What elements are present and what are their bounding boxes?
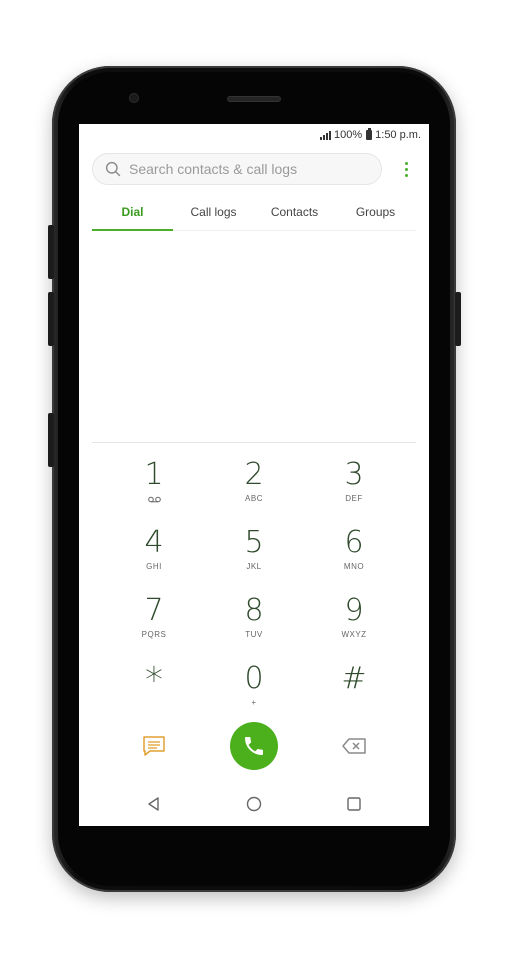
- key-digit: 9: [344, 593, 364, 628]
- tab-contacts[interactable]: Contacts: [254, 194, 335, 230]
- key-letters: GHI: [146, 562, 162, 571]
- key-digit: 6: [344, 525, 364, 560]
- key-star[interactable]: *: [104, 660, 204, 728]
- key-digit: *: [145, 660, 163, 701]
- key-digit: #: [341, 661, 367, 696]
- more-options-icon[interactable]: [396, 155, 416, 183]
- call-button-wrap: [204, 722, 304, 770]
- phone-icon: [245, 737, 263, 755]
- dial-actions: [104, 722, 404, 770]
- nav-home-button[interactable]: [204, 796, 304, 812]
- key-8[interactable]: 8 TUV: [204, 592, 304, 660]
- key-letters: ABC: [245, 494, 263, 503]
- earpiece-speaker: [227, 96, 281, 102]
- dial-keypad: 1 2 ABC 3 DEF 4 GHI 5 JKL 6 MNO 7 PQRS 8…: [104, 456, 404, 728]
- tab-dial[interactable]: Dial: [92, 194, 173, 231]
- recents-square-icon: [347, 797, 361, 811]
- key-hash[interactable]: #: [304, 660, 404, 728]
- front-camera: [129, 93, 139, 103]
- status-time: 1:50 p.m.: [375, 129, 421, 141]
- home-circle-icon: [246, 796, 262, 812]
- key-digit: 2: [244, 457, 264, 492]
- key-2[interactable]: 2 ABC: [204, 456, 304, 524]
- tab-call-logs[interactable]: Call logs: [173, 194, 254, 230]
- key-6[interactable]: 6 MNO: [304, 524, 404, 592]
- search-row: [92, 153, 416, 185]
- navigation-bar: [104, 789, 404, 819]
- key-1[interactable]: 1: [104, 456, 204, 524]
- key-digit: 3: [344, 457, 364, 492]
- key-letters: +: [251, 698, 257, 707]
- tab-bar: Dial Call logs Contacts Groups: [92, 194, 416, 231]
- message-button[interactable]: [104, 735, 204, 757]
- nav-recents-button[interactable]: [304, 796, 404, 812]
- key-digit: 4: [144, 525, 164, 560]
- back-triangle-icon: [148, 797, 159, 811]
- assistant-hardware-button: [48, 413, 54, 467]
- key-4[interactable]: 4 GHI: [104, 524, 204, 592]
- key-letters: JKL: [246, 562, 262, 571]
- tab-groups[interactable]: Groups: [335, 194, 416, 230]
- nav-back-button[interactable]: [104, 796, 204, 812]
- battery-percent: 100%: [334, 129, 363, 141]
- message-icon: [143, 736, 165, 756]
- key-digit: 5: [244, 525, 264, 560]
- voicemail-icon: [147, 494, 161, 504]
- dialed-number-display: [92, 232, 416, 442]
- search-bar[interactable]: [92, 153, 382, 185]
- key-letters: MNO: [343, 562, 365, 571]
- key-digit: 8: [244, 593, 264, 628]
- key-letters: WXYZ: [341, 630, 367, 639]
- key-3[interactable]: 3 DEF: [304, 456, 404, 524]
- backspace-icon: [342, 738, 366, 754]
- search-input[interactable]: [129, 161, 381, 177]
- call-button[interactable]: [230, 722, 278, 770]
- search-icon: [105, 161, 121, 177]
- key-digit: 0: [244, 661, 264, 696]
- key-letters: PQRS: [141, 630, 167, 639]
- key-9[interactable]: 9 WXYZ: [304, 592, 404, 660]
- volume-down-hardware-button: [48, 292, 54, 346]
- key-7[interactable]: 7 PQRS: [104, 592, 204, 660]
- backspace-button[interactable]: [304, 737, 404, 755]
- status-bar: 100% 1:50 p.m.: [79, 124, 429, 146]
- key-letters: DEF: [345, 494, 363, 503]
- keypad-divider: [92, 442, 416, 443]
- key-digit: 7: [144, 593, 164, 628]
- signal-icon: [320, 130, 331, 140]
- battery-icon: [366, 128, 373, 140]
- key-5[interactable]: 5 JKL: [204, 524, 304, 592]
- key-0[interactable]: 0 +: [204, 660, 304, 728]
- phone-screen: 100% 1:50 p.m. Dial Call logs Contacts G…: [79, 124, 429, 826]
- power-hardware-button: [455, 292, 461, 346]
- key-letters: TUV: [245, 630, 263, 639]
- volume-up-hardware-button: [48, 225, 54, 279]
- key-digit: 1: [144, 457, 164, 492]
